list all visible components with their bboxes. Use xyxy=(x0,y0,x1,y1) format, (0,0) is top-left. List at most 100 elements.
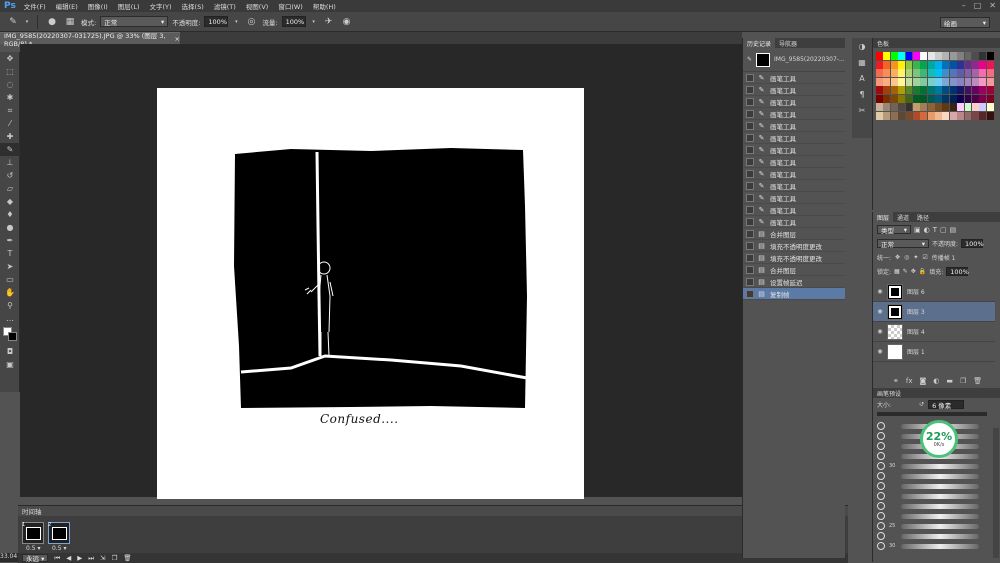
mode-dropdown[interactable]: 正常 ▾ xyxy=(100,16,169,27)
swatch[interactable] xyxy=(905,52,913,60)
lock-transparent-icon[interactable]: ▦ xyxy=(894,268,900,275)
history-item[interactable]: ✎ 画笔工具 xyxy=(743,216,845,228)
menu-item[interactable]: 图像(I) xyxy=(88,1,108,11)
pressure-size-icon[interactable]: ◉ xyxy=(340,15,354,29)
swatch[interactable] xyxy=(883,103,891,111)
swatch[interactable] xyxy=(883,77,891,86)
swatch[interactable] xyxy=(935,111,942,120)
swatch[interactable] xyxy=(905,77,913,86)
link-layers-icon[interactable]: ⚭ xyxy=(893,377,899,385)
pressure-opacity-icon[interactable]: ◎ xyxy=(244,15,258,29)
swatch[interactable] xyxy=(949,111,957,120)
history-item[interactable]: ▤ 设置帧延迟 xyxy=(743,276,845,288)
swatch[interactable] xyxy=(964,60,972,69)
swatch[interactable] xyxy=(898,60,906,69)
type-tool-icon[interactable]: T xyxy=(0,247,20,260)
background-color[interactable] xyxy=(8,332,17,341)
new-layer-icon[interactable]: ❐ xyxy=(960,377,966,385)
swatch[interactable] xyxy=(876,60,883,69)
swatch[interactable] xyxy=(905,111,913,120)
history-checkbox[interactable] xyxy=(746,229,754,238)
filter-shape-icon[interactable]: ▢ xyxy=(940,226,947,234)
swatch[interactable] xyxy=(986,86,994,94)
history-checkbox[interactable] xyxy=(746,85,754,94)
visibility-eye-icon[interactable]: ◉ xyxy=(873,288,887,295)
swatch[interactable] xyxy=(927,86,935,94)
swatch[interactable] xyxy=(876,94,883,103)
fill-field[interactable]: 100% xyxy=(946,267,969,276)
tool-presets-icon[interactable]: ✂ xyxy=(852,102,872,118)
brush-tool-icon[interactable]: ✎ xyxy=(0,143,20,156)
swatch[interactable] xyxy=(898,111,906,120)
history-checkbox[interactable] xyxy=(746,193,754,202)
swatch[interactable] xyxy=(949,94,957,103)
swatch[interactable] xyxy=(890,77,898,86)
quick-mask-icon[interactable]: ◘ xyxy=(0,345,20,358)
pen-tool-icon[interactable]: ✒ xyxy=(0,234,20,247)
history-checkbox[interactable] xyxy=(746,169,754,178)
chevron-down-icon[interactable]: ▾ xyxy=(232,15,240,29)
menu-item[interactable]: 帮助(H) xyxy=(313,1,336,11)
paint-bucket-tool-icon[interactable]: ◆ xyxy=(0,195,20,208)
swatch[interactable] xyxy=(979,52,987,60)
swatch[interactable] xyxy=(935,86,942,94)
swatch[interactable] xyxy=(957,52,965,60)
healing-brush-tool-icon[interactable]: ✚ xyxy=(0,130,20,143)
brush-preset[interactable]: 30 xyxy=(877,462,979,470)
blur-tool-icon[interactable]: ♦ xyxy=(0,208,20,221)
swatch[interactable] xyxy=(905,94,913,103)
swatch[interactable] xyxy=(898,77,906,86)
timeline-tab[interactable]: 时间轴 xyxy=(18,506,848,516)
swatch[interactable] xyxy=(971,52,979,60)
tween-icon[interactable]: ⇲ xyxy=(100,554,105,562)
swatch[interactable] xyxy=(942,77,950,86)
swatch[interactable] xyxy=(912,86,920,94)
brush-preset[interactable] xyxy=(877,532,979,540)
document-tab[interactable]: IMG_9585(20220307-031725).JPG @ 33% (图层 … xyxy=(0,32,180,48)
swatch[interactable] xyxy=(876,111,883,120)
paragraph-panel-icon[interactable]: ¶ xyxy=(852,86,872,102)
swatch[interactable] xyxy=(890,86,898,94)
swatch[interactable] xyxy=(876,52,883,60)
color-panel-icon[interactable]: ◑ xyxy=(852,38,872,54)
swatch[interactable] xyxy=(949,52,957,60)
filter-smart-icon[interactable]: ▤ xyxy=(950,226,957,234)
duplicate-frame-icon[interactable]: ❐ xyxy=(112,554,118,562)
rectangle-tool-icon[interactable]: ▭ xyxy=(0,273,20,286)
history-checkbox[interactable] xyxy=(746,277,754,286)
swatch[interactable] xyxy=(876,103,883,111)
history-brush-tool-icon[interactable]: ↺ xyxy=(0,169,20,182)
swatch[interactable] xyxy=(912,77,920,86)
swatch[interactable] xyxy=(979,86,987,94)
menu-item[interactable]: 视图(V) xyxy=(246,1,269,11)
tab-layers[interactable]: 图层 xyxy=(873,212,894,222)
history-checkbox[interactable] xyxy=(746,205,754,214)
propagate-checkbox[interactable]: ☑ xyxy=(922,254,927,261)
blend-mode-dropdown[interactable]: 正常 ▾ xyxy=(877,239,929,249)
history-item[interactable]: ✎ 画笔工具 xyxy=(743,180,845,192)
swatch[interactable] xyxy=(927,77,935,86)
quick-select-tool-icon[interactable]: ✱ xyxy=(0,91,20,104)
color-swatch-icon[interactable] xyxy=(0,325,20,345)
swatch[interactable] xyxy=(876,69,883,77)
swatch[interactable] xyxy=(898,69,906,77)
swatch[interactable] xyxy=(957,69,965,77)
layer-row[interactable]: ◉ 图层 6 xyxy=(873,282,995,302)
delete-layer-icon[interactable]: 🗑 xyxy=(973,377,982,385)
swatch[interactable] xyxy=(912,52,920,60)
tab-channels[interactable]: 通道 xyxy=(893,212,913,222)
dodge-tool-icon[interactable]: ● xyxy=(0,221,20,234)
swatch[interactable] xyxy=(883,69,891,77)
menu-item[interactable]: 图层(L) xyxy=(118,1,140,11)
character-panel-icon[interactable]: A xyxy=(852,70,872,86)
swatch[interactable] xyxy=(890,94,898,103)
visibility-eye-icon[interactable]: ◉ xyxy=(873,348,887,355)
swatch[interactable] xyxy=(942,69,950,77)
unify-position-icon[interactable]: ✥ xyxy=(895,254,900,261)
close-icon[interactable]: ✕ xyxy=(989,1,996,10)
swatch[interactable] xyxy=(905,60,913,69)
history-checkbox[interactable] xyxy=(746,121,754,130)
swatch[interactable] xyxy=(964,52,972,60)
swatch[interactable] xyxy=(935,69,942,77)
menu-item[interactable]: 编辑(E) xyxy=(56,1,78,11)
